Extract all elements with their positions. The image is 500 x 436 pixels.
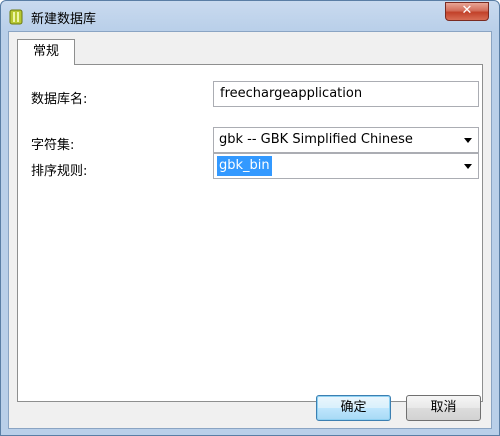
chevron-down-icon[interactable] [464,164,472,169]
cancel-button[interactable]: 取消 [406,395,481,421]
charset-value: gbk -- GBK Simplified Chinese [219,132,413,147]
database-icon [9,9,23,25]
close-button[interactable]: ✕ [445,2,489,21]
db-name-label: 数据库名: [31,92,88,107]
collation-select[interactable]: gbk_bin [213,153,479,179]
window-title: 新建数据库 [31,12,97,27]
general-tab-panel: 数据库名: freechargeapplication 字符集: gbk -- … [17,64,483,402]
db-name-input[interactable]: freechargeapplication [213,81,479,107]
charset-label: 字符集: [31,138,75,153]
ok-button[interactable]: 确定 [316,395,391,421]
dialog-client-area: 常规 数据库名: freechargeapplication 字符集: gbk … [8,31,492,429]
collation-label: 排序规则: [31,164,88,179]
chevron-down-icon[interactable] [464,138,472,143]
new-database-dialog: 新建数据库 ✕ 常规 数据库名: freechargeapplication 字… [0,0,500,436]
charset-select[interactable]: gbk -- GBK Simplified Chinese [213,127,479,153]
tab-general[interactable]: 常规 [17,39,75,65]
collation-value: gbk_bin [217,156,272,176]
title-bar[interactable]: 新建数据库 ✕ [1,1,499,31]
